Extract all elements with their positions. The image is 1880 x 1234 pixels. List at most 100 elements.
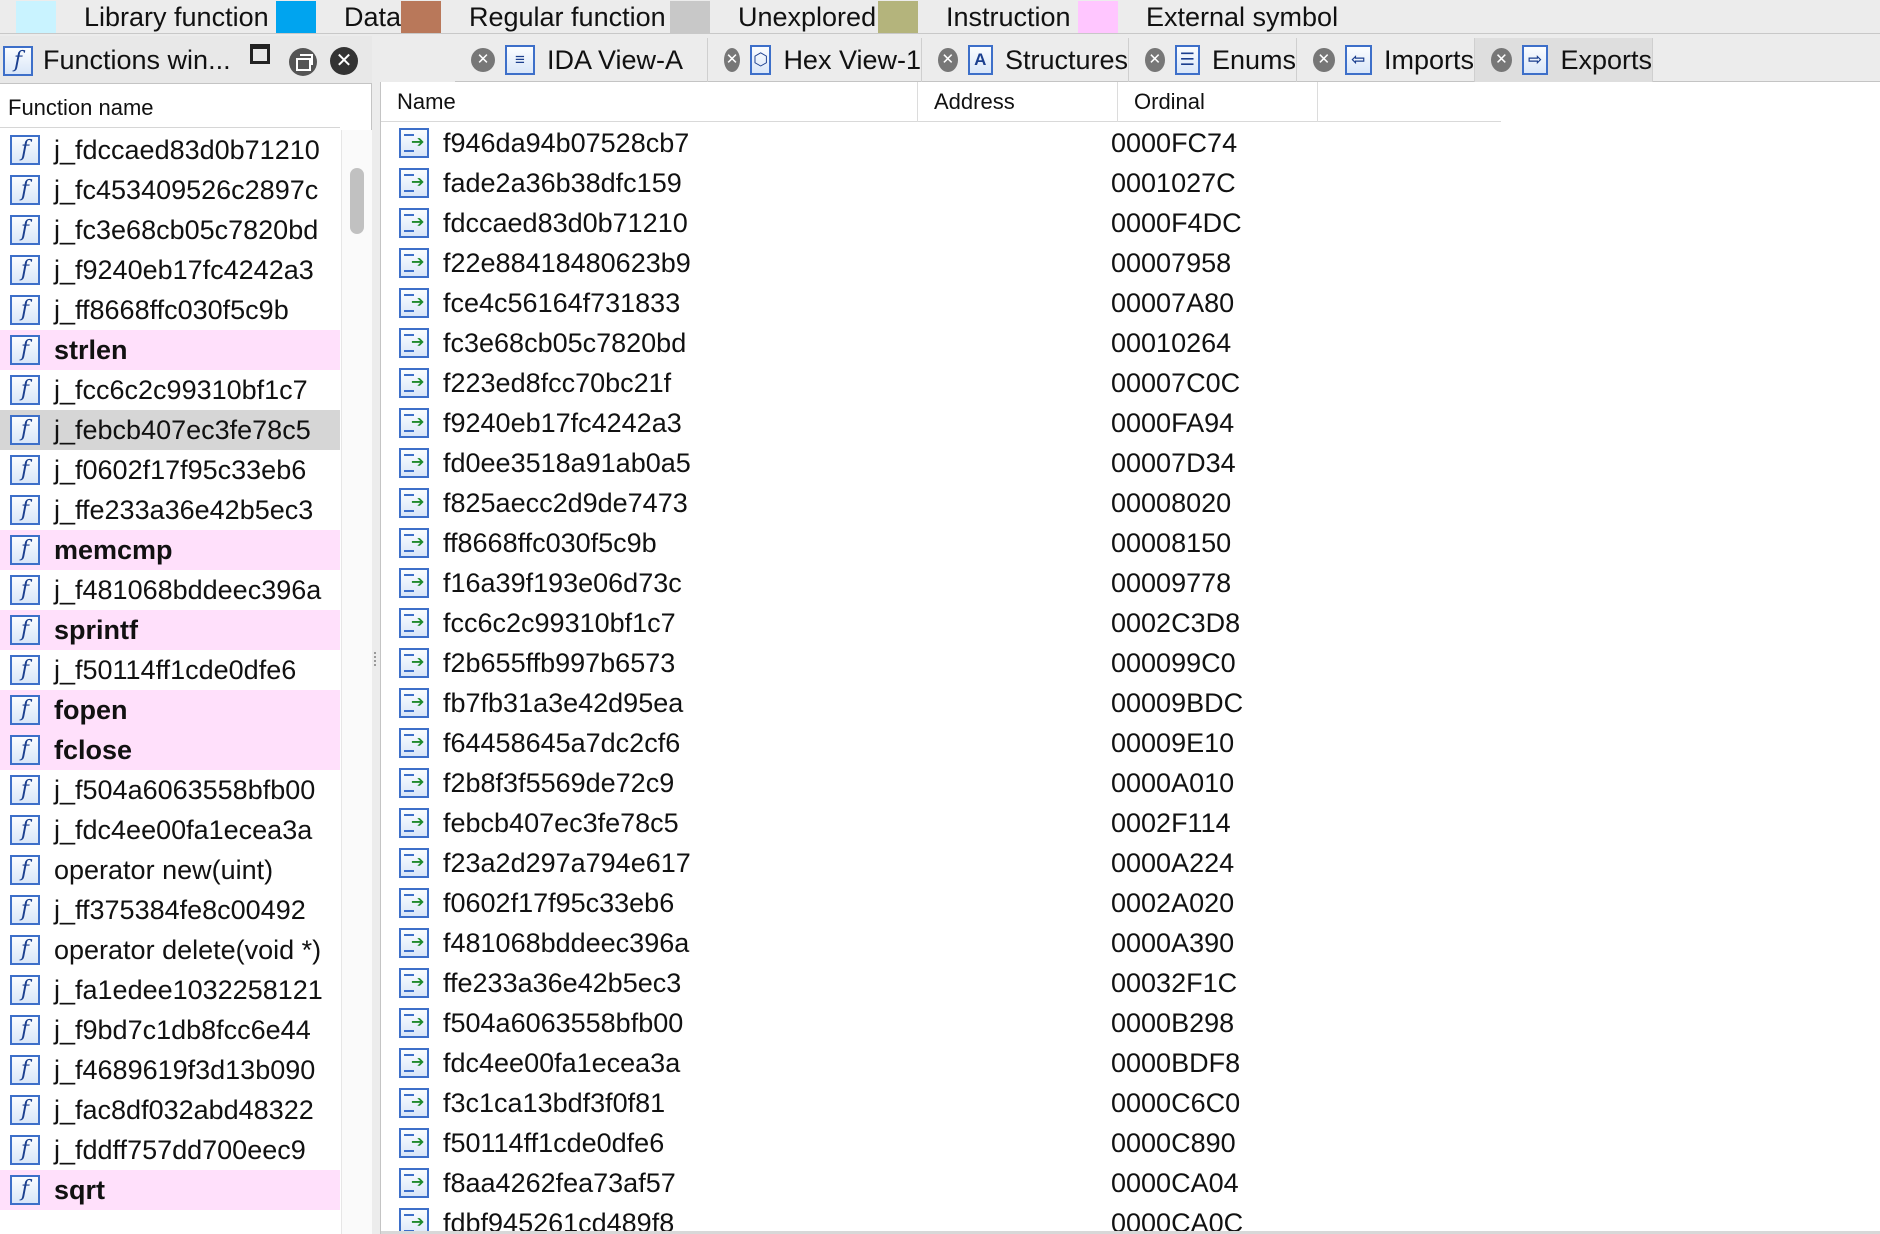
- function-name: j_fc3e68cb05c7820bd: [54, 214, 319, 245]
- function-list-item[interactable]: f j_fc3e68cb05c7820bd: [0, 210, 340, 250]
- table-row[interactable]: f2b8f3f5569de72c9 0000A010: [381, 763, 1880, 803]
- function-list-item[interactable]: f j_fc453409526c2897c: [0, 170, 340, 210]
- table-row[interactable]: ffe233a36e42b5ec3 00032F1C: [381, 963, 1880, 1003]
- tab-imports[interactable]: ✕ ⇦ Imports: [1297, 38, 1475, 82]
- function-list-item[interactable]: f j_ffe233a36e42b5ec3: [0, 490, 340, 530]
- export-name-cell: fade2a36b38dfc159: [443, 167, 682, 198]
- table-row[interactable]: f223ed8fcc70bc21f 00007C0C: [381, 363, 1880, 403]
- function-list-item[interactable]: f j_f50114ff1cde0dfe6: [0, 650, 340, 690]
- table-row[interactable]: fce4c56164f731833 00007A80: [381, 283, 1880, 323]
- function-list-item[interactable]: f fclose: [0, 730, 340, 770]
- export-address-cell: 00007958: [1111, 247, 1232, 278]
- view-tab-bar: ✕ ≡ IDA View-A ✕ ⬡ Hex View-1 ✕ A Structures ✕ ☰ En…: [455, 38, 1880, 82]
- exports-table-header: Name Address Ordinal: [381, 82, 1501, 122]
- close-tab-icon[interactable]: ✕: [1313, 48, 1335, 72]
- function-list-item[interactable]: f j_fdc4ee00fa1ecea3a: [0, 810, 340, 850]
- function-list-item[interactable]: f j_ff8668ffc030f5c9b: [0, 290, 340, 330]
- function-list-item[interactable]: f j_f4689619f3d13b090: [0, 1050, 340, 1090]
- function-list-item[interactable]: f j_f481068bddeec396a: [0, 570, 340, 610]
- close-tab-icon[interactable]: ✕: [724, 48, 741, 72]
- table-row[interactable]: fc3e68cb05c7820bd 00010264: [381, 323, 1880, 363]
- restore-window-icon[interactable]: [289, 48, 317, 76]
- function-list-item[interactable]: f j_fdccaed83d0b71210: [0, 130, 340, 170]
- function-list-item[interactable]: f j_ff375384fe8c00492: [0, 890, 340, 930]
- tab-enums[interactable]: ✕ ☰ Enums: [1129, 38, 1297, 82]
- close-tab-icon[interactable]: ✕: [471, 48, 495, 72]
- scrollbar-thumb[interactable]: [350, 168, 364, 234]
- functions-window-titlebar[interactable]: f Functions win... ✕: [0, 36, 372, 84]
- table-row[interactable]: f481068bddeec396a 0000A390: [381, 923, 1880, 963]
- table-row[interactable]: fb7fb31a3e42d95ea 00009BDC: [381, 683, 1880, 723]
- panel-splitter[interactable]: [372, 36, 380, 1234]
- function-list-item[interactable]: f j_fac8df032abd48322: [0, 1090, 340, 1130]
- splitter-grip[interactable]: [374, 652, 378, 666]
- table-row[interactable]: f50114ff1cde0dfe6 0000C890: [381, 1123, 1880, 1163]
- table-row[interactable]: f9240eb17fc4242a3 0000FA94: [381, 403, 1880, 443]
- function-list-item[interactable]: f j_febcb407ec3fe78c5: [0, 410, 340, 450]
- export-name-cell: fce4c56164f731833: [443, 287, 681, 318]
- function-list-item[interactable]: f strlen: [0, 330, 340, 370]
- function-name: j_f0602f17f95c33eb6: [54, 454, 307, 485]
- tab-label: Hex View-1: [783, 44, 921, 75]
- function-list-item[interactable]: f j_fddff757dd700eec9: [0, 1130, 340, 1170]
- function-list-item[interactable]: f j_fa1edee1032258121: [0, 970, 340, 1010]
- close-tab-icon[interactable]: ✕: [1145, 48, 1165, 72]
- table-row[interactable]: f825aecc2d9de7473 00008020: [381, 483, 1880, 523]
- function-list-item[interactable]: f operator new(uint): [0, 850, 340, 890]
- table-row[interactable]: fcc6c2c99310bf1c7 0002C3D8: [381, 603, 1880, 643]
- function-list-item[interactable]: f j_fcc6c2c99310bf1c7: [0, 370, 340, 410]
- export-entry-icon: [399, 728, 429, 758]
- tab-hex-view-1[interactable]: ✕ ⬡ Hex View-1: [708, 38, 922, 82]
- table-row[interactable]: f2b655ffb997b6573 000099C0: [381, 643, 1880, 683]
- column-header-ordinal[interactable]: Ordinal: [1118, 82, 1318, 122]
- table-row[interactable]: f504a6063558bfb00 0000B298: [381, 1003, 1880, 1043]
- export-address-cell: 0000CA0C: [1111, 1207, 1244, 1232]
- tab-exports[interactable]: ✕ ⇨ Exports: [1475, 38, 1653, 82]
- table-row[interactable]: fdc4ee00fa1ecea3a 0000BDF8: [381, 1043, 1880, 1083]
- function-icon: f: [10, 855, 40, 885]
- table-row[interactable]: fade2a36b38dfc159 0001027C: [381, 163, 1880, 203]
- float-window-icon[interactable]: [250, 44, 270, 64]
- function-list-item[interactable]: f j_f9bd7c1db8fcc6e44: [0, 1010, 340, 1050]
- table-row[interactable]: f16a39f193e06d73c 00009778: [381, 563, 1880, 603]
- table-row[interactable]: fd0ee3518a91ab0a5 00007D34: [381, 443, 1880, 483]
- export-name-cell: febcb407ec3fe78c5: [443, 807, 679, 838]
- export-address-cell: 00007D34: [1111, 447, 1236, 478]
- table-row[interactable]: f3c1ca13bdf3f0f81 0000C6C0: [381, 1083, 1880, 1123]
- export-address-cell: 0000FA94: [1111, 407, 1235, 438]
- export-address-cell: 0000BDF8: [1111, 1047, 1241, 1078]
- function-list-item[interactable]: f sqrt: [0, 1170, 340, 1210]
- table-row[interactable]: febcb407ec3fe78c5 0002F114: [381, 803, 1880, 843]
- functions-list[interactable]: f j_fdccaed83d0b71210 f j_fc453409526c2897c…: [0, 130, 340, 1233]
- column-header-address[interactable]: Address: [918, 82, 1118, 122]
- tab-structures[interactable]: ✕ A Structures: [922, 38, 1129, 82]
- table-row[interactable]: fdbf945261cd489f8 0000CA0C: [381, 1203, 1880, 1231]
- export-name-cell: fcc6c2c99310bf1c7: [443, 607, 676, 638]
- table-row[interactable]: f64458645a7dc2cf6 00009E10: [381, 723, 1880, 763]
- function-list-item[interactable]: f sprintf: [0, 610, 340, 650]
- function-list-item[interactable]: f fopen: [0, 690, 340, 730]
- function-icon: f: [10, 575, 40, 605]
- hex-view-icon: ⬡: [750, 45, 772, 75]
- close-window-icon[interactable]: ✕: [330, 47, 358, 75]
- table-row[interactable]: fdccaed83d0b71210 0000F4DC: [381, 203, 1880, 243]
- close-tab-icon[interactable]: ✕: [938, 48, 958, 72]
- tab-ida-view-a[interactable]: ✕ ≡ IDA View-A: [455, 38, 708, 82]
- table-row[interactable]: f8aa4262fea73af57 0000CA04: [381, 1163, 1880, 1203]
- export-name-cell: fd0ee3518a91ab0a5: [443, 447, 691, 478]
- function-list-item[interactable]: f j_f0602f17f95c33eb6: [0, 450, 340, 490]
- column-header-name[interactable]: Name: [381, 82, 918, 122]
- table-row[interactable]: f946da94b07528cb7 0000FC74: [381, 123, 1880, 163]
- table-row[interactable]: ff8668ffc030f5c9b 00008150: [381, 523, 1880, 563]
- function-list-item[interactable]: f operator delete(void *): [0, 930, 340, 970]
- function-name-column-header[interactable]: Function name: [0, 88, 340, 128]
- table-row[interactable]: f0602f17f95c33eb6 0002A020: [381, 883, 1880, 923]
- function-list-item[interactable]: f memcmp: [0, 530, 340, 570]
- close-tab-icon[interactable]: ✕: [1491, 48, 1512, 72]
- table-row[interactable]: f22e88418480623b9 00007958: [381, 243, 1880, 283]
- function-list-item[interactable]: f j_f504a6063558bfb00: [0, 770, 340, 810]
- legend-label: Library function: [84, 1, 269, 32]
- table-row[interactable]: f23a2d297a794e617 0000A224: [381, 843, 1880, 883]
- functions-vertical-scrollbar[interactable]: [341, 130, 372, 1234]
- function-list-item[interactable]: f j_f9240eb17fc4242a3: [0, 250, 340, 290]
